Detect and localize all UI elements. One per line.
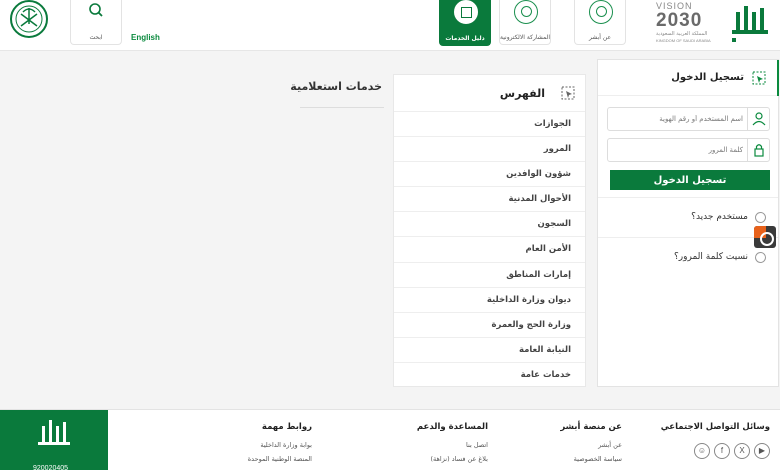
login-header: تسجيل الدخول — [598, 60, 779, 96]
tab-about-absher[interactable]: عن أبشر — [574, 0, 626, 45]
forgot-password-link[interactable]: نسيت كلمة المرور؟ — [598, 237, 778, 277]
index-title: الفهرس — [499, 87, 545, 100]
footer-support: المساعدة والدعم اتصل بنا بلاغ عن فساد (ن… — [417, 422, 488, 469]
tab-label: دليل الخدمات — [445, 34, 485, 42]
lock-icon — [747, 139, 769, 161]
footer-about: عن منصة أبشر عن أبشر سياسة الخصوصية — [560, 422, 622, 469]
floating-widget-icon[interactable] — [754, 226, 776, 248]
index-item-expatriates[interactable]: شؤون الوافدين — [394, 161, 585, 186]
index-item-public-security[interactable]: الأمن العام — [394, 236, 585, 261]
tab-label: عن أبشر — [588, 33, 612, 41]
search-label: ابحث — [89, 33, 103, 41]
index-item-prisons[interactable]: السجون — [394, 211, 585, 236]
index-item-general-services[interactable]: خدمات عامة — [394, 361, 585, 387]
header: ابحث English دليل الخدمات المشاركة الالك… — [0, 0, 780, 51]
snapchat-icon[interactable]: ☺ — [694, 443, 710, 459]
login-button[interactable]: تسجيل الدخول — [610, 170, 770, 190]
footer-col-title: عن منصة أبشر — [560, 422, 622, 432]
index-item-traffic[interactable]: المرور — [394, 136, 585, 161]
tab-e-participation[interactable]: المشاركة الالكترونية — [499, 0, 551, 45]
username-field[interactable] — [607, 107, 770, 131]
facebook-icon[interactable]: f — [714, 443, 730, 459]
recycle-icon — [514, 0, 538, 24]
footer-phone: 920020405 — [33, 465, 69, 470]
index-item-hajj-umrah[interactable]: وزارة الحج والعمرة — [394, 311, 585, 337]
saudi-emblem-icon[interactable] — [7, 0, 51, 40]
login-pointer-icon — [752, 71, 766, 85]
vision-ar-text: المملكة العربية السعودية — [656, 31, 708, 37]
social-icons: ☺ f X ▶ — [694, 443, 770, 461]
index-card: الفهرس الجوازات المرور شؤون الوافدين الأ… — [393, 74, 586, 387]
vision-number: 2030 — [656, 10, 703, 31]
tab-services-guide[interactable]: دليل الخدمات — [439, 0, 491, 46]
index-list: الجوازات المرور شؤون الوافدين الأحوال ال… — [394, 111, 585, 387]
book-icon — [454, 0, 478, 24]
index-item-public-prosecution[interactable]: النيابة العامة — [394, 336, 585, 362]
index-item-passports[interactable]: الجوازات — [394, 111, 585, 136]
index-pointer-icon — [561, 86, 575, 100]
accent-bar — [777, 60, 779, 96]
footer-link[interactable]: بلاغ عن فساد (نزاهة) — [417, 455, 488, 463]
absher-footer-logo — [38, 420, 70, 445]
key-icon — [755, 252, 766, 263]
footer-social: وسائل التواصل الاجتماعي — [661, 422, 770, 441]
login-title: تسجيل الدخول — [671, 72, 744, 83]
youtube-icon[interactable]: ▶ — [754, 443, 770, 459]
footer-important-links: روابط مهمة بوابة وزارة الداخلية المنصة ا… — [248, 422, 312, 469]
new-user-link[interactable]: مستخدم جديد؟ — [598, 197, 778, 237]
username-input[interactable] — [612, 111, 743, 127]
footer-brand-block: 920020405 — [0, 410, 108, 470]
search-button[interactable]: ابحث — [70, 0, 122, 45]
forgot-password-label: نسيت كلمة المرور؟ — [674, 252, 748, 262]
index-item-ministry-interior[interactable]: ديوان وزارة الداخلية — [394, 286, 585, 312]
search-icon — [89, 3, 103, 17]
footer-link[interactable]: سياسة الخصوصية — [560, 455, 622, 463]
add-user-icon — [755, 212, 766, 223]
footer: 920020405 روابط مهمة بوابة وزارة الداخلي… — [0, 409, 780, 470]
inquiry-services-title: خدمات استعلامية — [290, 80, 382, 93]
password-field[interactable] — [607, 138, 770, 162]
tab-label: المشاركة الالكترونية — [500, 33, 550, 41]
absher-logo[interactable] — [728, 0, 772, 48]
divider — [300, 107, 384, 108]
footer-col-title: روابط مهمة — [261, 422, 312, 432]
index-item-regions[interactable]: إمارات المناطق — [394, 261, 585, 287]
user-icon — [747, 108, 769, 130]
x-twitter-icon[interactable]: X — [734, 443, 750, 459]
footer-col-title: وسائل التواصل الاجتماعي — [660, 422, 770, 432]
login-card: تسجيل الدخول تسجيل الدخول مستخدم جديد؟ ن… — [597, 59, 779, 387]
vision-en-text: KINGDOM OF SAUDI ARABIA — [656, 38, 711, 43]
footer-link[interactable]: بوابة وزارة الداخلية — [248, 441, 312, 449]
footer-link[interactable]: اتصل بنا — [417, 441, 488, 449]
footer-link[interactable]: عن أبشر — [560, 441, 622, 449]
new-user-label: مستخدم جديد؟ — [691, 212, 748, 222]
index-item-civil-affairs[interactable]: الأحوال المدنية — [394, 186, 585, 211]
language-switch-link[interactable]: English — [131, 33, 160, 42]
vision-2030-logo: VISION 2030 المملكة العربية السعودية KIN… — [656, 1, 722, 45]
leaf-icon — [589, 0, 613, 24]
password-input[interactable] — [612, 142, 743, 158]
footer-link[interactable]: المنصة الوطنية الموحدة — [248, 455, 312, 463]
footer-col-title: المساعدة والدعم — [416, 422, 488, 432]
